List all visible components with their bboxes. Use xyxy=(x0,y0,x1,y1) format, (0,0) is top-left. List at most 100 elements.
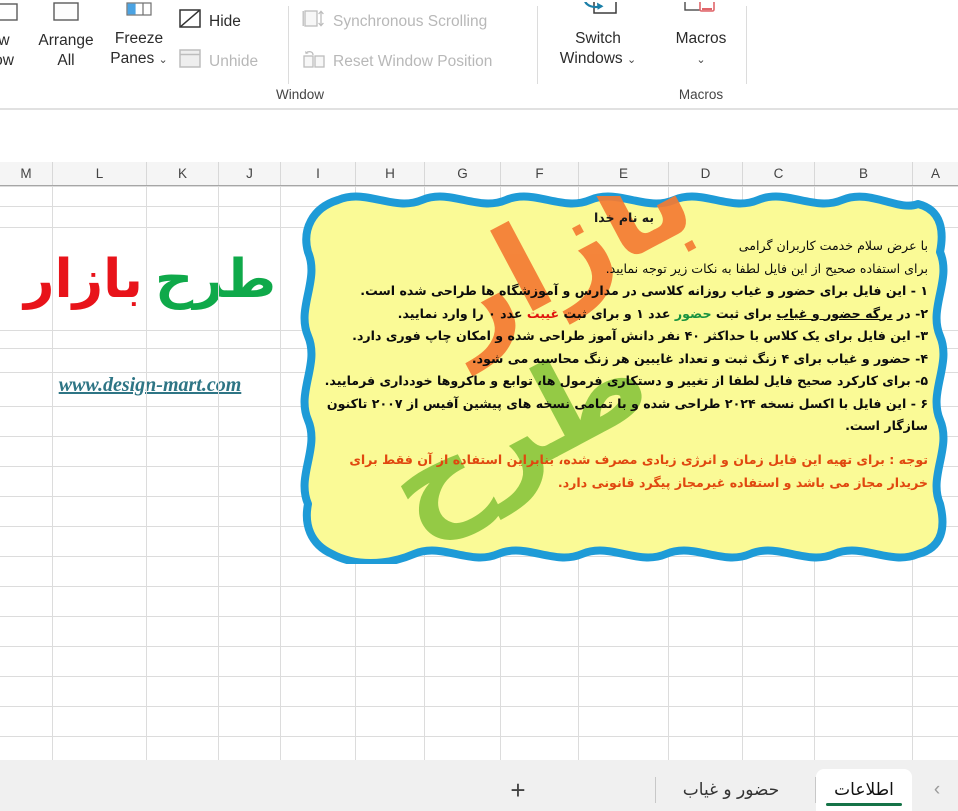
synchronous-scrolling-button[interactable]: Synchronous Scrolling xyxy=(302,9,487,34)
new-window-label-2: ow xyxy=(0,52,14,69)
macros-label: Macros xyxy=(675,30,727,47)
ribbon-divider-3 xyxy=(746,6,747,84)
column-header-G[interactable]: G xyxy=(424,162,500,185)
formula-bar-gap xyxy=(0,110,958,162)
callout-item-5: ۵- برای کارکرد صحیح فایل لطفا از تغییر و… xyxy=(324,373,928,388)
switch-windows-label-1: Switch xyxy=(575,30,621,47)
callout-line-intro: برای استفاده صحیح از این فایل لطفا به نک… xyxy=(605,260,928,276)
synchronous-scrolling-icon xyxy=(302,9,326,34)
switch-windows-label-2-text: Windows xyxy=(559,50,623,67)
callout-item-2-hozoor: حضور xyxy=(674,305,712,321)
column-header-I[interactable]: I xyxy=(280,162,355,185)
brand-url-link[interactable]: www.design-mart.com xyxy=(59,374,242,397)
reset-window-position-label: Reset Window Position xyxy=(333,52,493,70)
ribbon-group-window: w ow Arrange All xyxy=(0,0,636,108)
switch-windows-button[interactable]: Switch Windows ⌄ xyxy=(550,0,646,70)
grid-row-line-12 xyxy=(0,586,958,587)
ribbon-group-window-label: Window xyxy=(275,87,324,102)
callout-item-6-continuation: سازگار است. xyxy=(845,418,928,433)
sheet-tab-hozoor-gheyab[interactable]: حضور و غیاب xyxy=(656,769,806,811)
ribbon-divider-2 xyxy=(537,6,538,84)
new-window-button[interactable]: w ow xyxy=(0,2,32,71)
chevron-down-icon-switch[interactable]: ⌄ xyxy=(627,54,636,66)
info-callout: بازار طرح به نام خدا با عرض سلام خدمت کا… xyxy=(298,192,950,564)
tab-separator-1 xyxy=(815,777,816,803)
column-header-H[interactable]: H xyxy=(355,162,424,185)
grid-column-line-3 xyxy=(280,186,281,760)
synchronous-scrolling-label: Synchronous Scrolling xyxy=(333,12,488,30)
switch-windows-label-2: Windows ⌄ xyxy=(550,49,646,70)
sheet-tab-bar: ‹ اطلاعات حضور و غیاب + xyxy=(0,760,958,811)
column-header-F[interactable]: F xyxy=(500,162,578,185)
grid-row-line-16 xyxy=(0,706,958,707)
column-header-B[interactable]: B xyxy=(814,162,912,185)
macros-icon xyxy=(678,0,724,29)
callout-line-greeting: با عرض سلام خدمت کاربران گرامی xyxy=(738,238,928,253)
callout-header: به نام خدا xyxy=(593,210,655,225)
tab-separator-2 xyxy=(655,777,656,803)
grid-column-line-1 xyxy=(146,186,147,760)
brand-logo-word-green: طرح xyxy=(154,248,277,310)
ribbon-group-macros: Macros ⌄ Macros xyxy=(656,0,746,108)
callout-item-3: ۳- این فایل برای یک کلاس با حداکثر ۴۰ نف… xyxy=(352,328,928,343)
arrange-all-icon xyxy=(44,2,88,31)
callout-item-2-gheybat: غیبت xyxy=(526,305,560,321)
sheet-tab-etelaat-label: اطلاعات xyxy=(834,780,894,800)
column-header-row: MLKJIHGFEDCBA xyxy=(0,162,958,186)
grid-row-line-15 xyxy=(0,676,958,677)
column-header-D[interactable]: D xyxy=(668,162,742,185)
column-header-L[interactable]: L xyxy=(52,162,146,185)
grid-column-line-0 xyxy=(52,186,53,760)
macros-chevron-row: ⌄ xyxy=(656,49,746,70)
tab-nav-prev-button[interactable]: ‹ xyxy=(924,777,950,803)
freeze-panes-label-2-text: Panes xyxy=(110,50,155,67)
unhide-label: Unhide xyxy=(209,52,259,70)
callout-text: به نام خدا با عرض سلام خدمت کاربران گرام… xyxy=(320,210,928,550)
sheet-tab-etelaat[interactable]: اطلاعات xyxy=(816,769,912,811)
excel-window: w ow Arrange All xyxy=(0,0,958,811)
reset-window-position-button[interactable]: Reset Window Position xyxy=(302,49,492,74)
freeze-panes-icon xyxy=(118,2,160,29)
freeze-panes-button[interactable]: Freeze Panes ⌄ xyxy=(103,2,175,70)
callout-item-2-c: برای ثبت xyxy=(711,305,777,321)
callout-item-4: ۴- حضور و غیاب برای ۴ زنگ ثبت و تعداد غا… xyxy=(471,350,928,366)
unhide-button[interactable]: Unhide xyxy=(178,49,258,74)
callout-item-2: ۲- در برگه حضور و غیاب برای ثبت حضور عدد… xyxy=(320,303,928,325)
column-header-A[interactable]: A xyxy=(912,162,958,185)
callout-item-2-a: ۲- در xyxy=(892,305,928,321)
add-sheet-button[interactable]: + xyxy=(503,775,533,805)
chevron-down-icon[interactable]: ⌄ xyxy=(159,54,168,66)
column-header-C[interactable]: C xyxy=(742,162,814,185)
new-window-icon xyxy=(0,2,19,31)
arrange-all-label-2: All xyxy=(57,52,75,69)
grid-row-line-17 xyxy=(0,736,958,737)
freeze-panes-label-1: Freeze xyxy=(114,30,164,47)
grid-row-line-0 xyxy=(0,186,958,187)
callout-item-6: ۶ - این فایل با اکسل نسخه ۲۰۲۴ طراحی شده… xyxy=(326,395,928,411)
macros-button[interactable]: Macros ⌄ xyxy=(656,0,746,70)
reset-window-position-icon xyxy=(302,49,326,74)
grid-column-line-2 xyxy=(218,186,219,760)
brand-logo: طرح بازار xyxy=(0,228,300,330)
callout-item-2-underlined: برگه حضور و غیاب xyxy=(776,305,893,321)
hide-window-icon xyxy=(178,9,202,34)
grid-row-line-13 xyxy=(0,616,958,617)
ribbon-group-macros-label: Macros xyxy=(678,87,724,102)
callout-item-2-d: عدد ۱ و برای ثبت xyxy=(559,305,675,321)
ribbon: w ow Arrange All xyxy=(0,0,958,110)
ribbon-divider xyxy=(288,6,289,84)
unhide-window-icon xyxy=(178,49,202,74)
freeze-panes-label-2: Panes ⌄ xyxy=(103,49,175,70)
arrange-all-button[interactable]: Arrange All xyxy=(30,2,102,71)
column-header-E[interactable]: E xyxy=(578,162,668,185)
hide-button[interactable]: Hide xyxy=(178,9,241,34)
brand-logo-word-red: بازار xyxy=(23,248,143,310)
arrange-all-label-1: Arrange xyxy=(38,32,94,49)
callout-item-2-e: عدد ۰ را وارد نمایید. xyxy=(397,305,527,321)
column-header-M[interactable]: M xyxy=(0,162,52,185)
switch-windows-icon xyxy=(572,0,624,29)
chevron-down-icon-macros[interactable]: ⌄ xyxy=(696,54,705,66)
column-header-J[interactable]: J xyxy=(218,162,280,185)
column-header-K[interactable]: K xyxy=(146,162,218,185)
sheet-tab-hozoor-gheyab-label: حضور و غیاب xyxy=(682,780,780,800)
